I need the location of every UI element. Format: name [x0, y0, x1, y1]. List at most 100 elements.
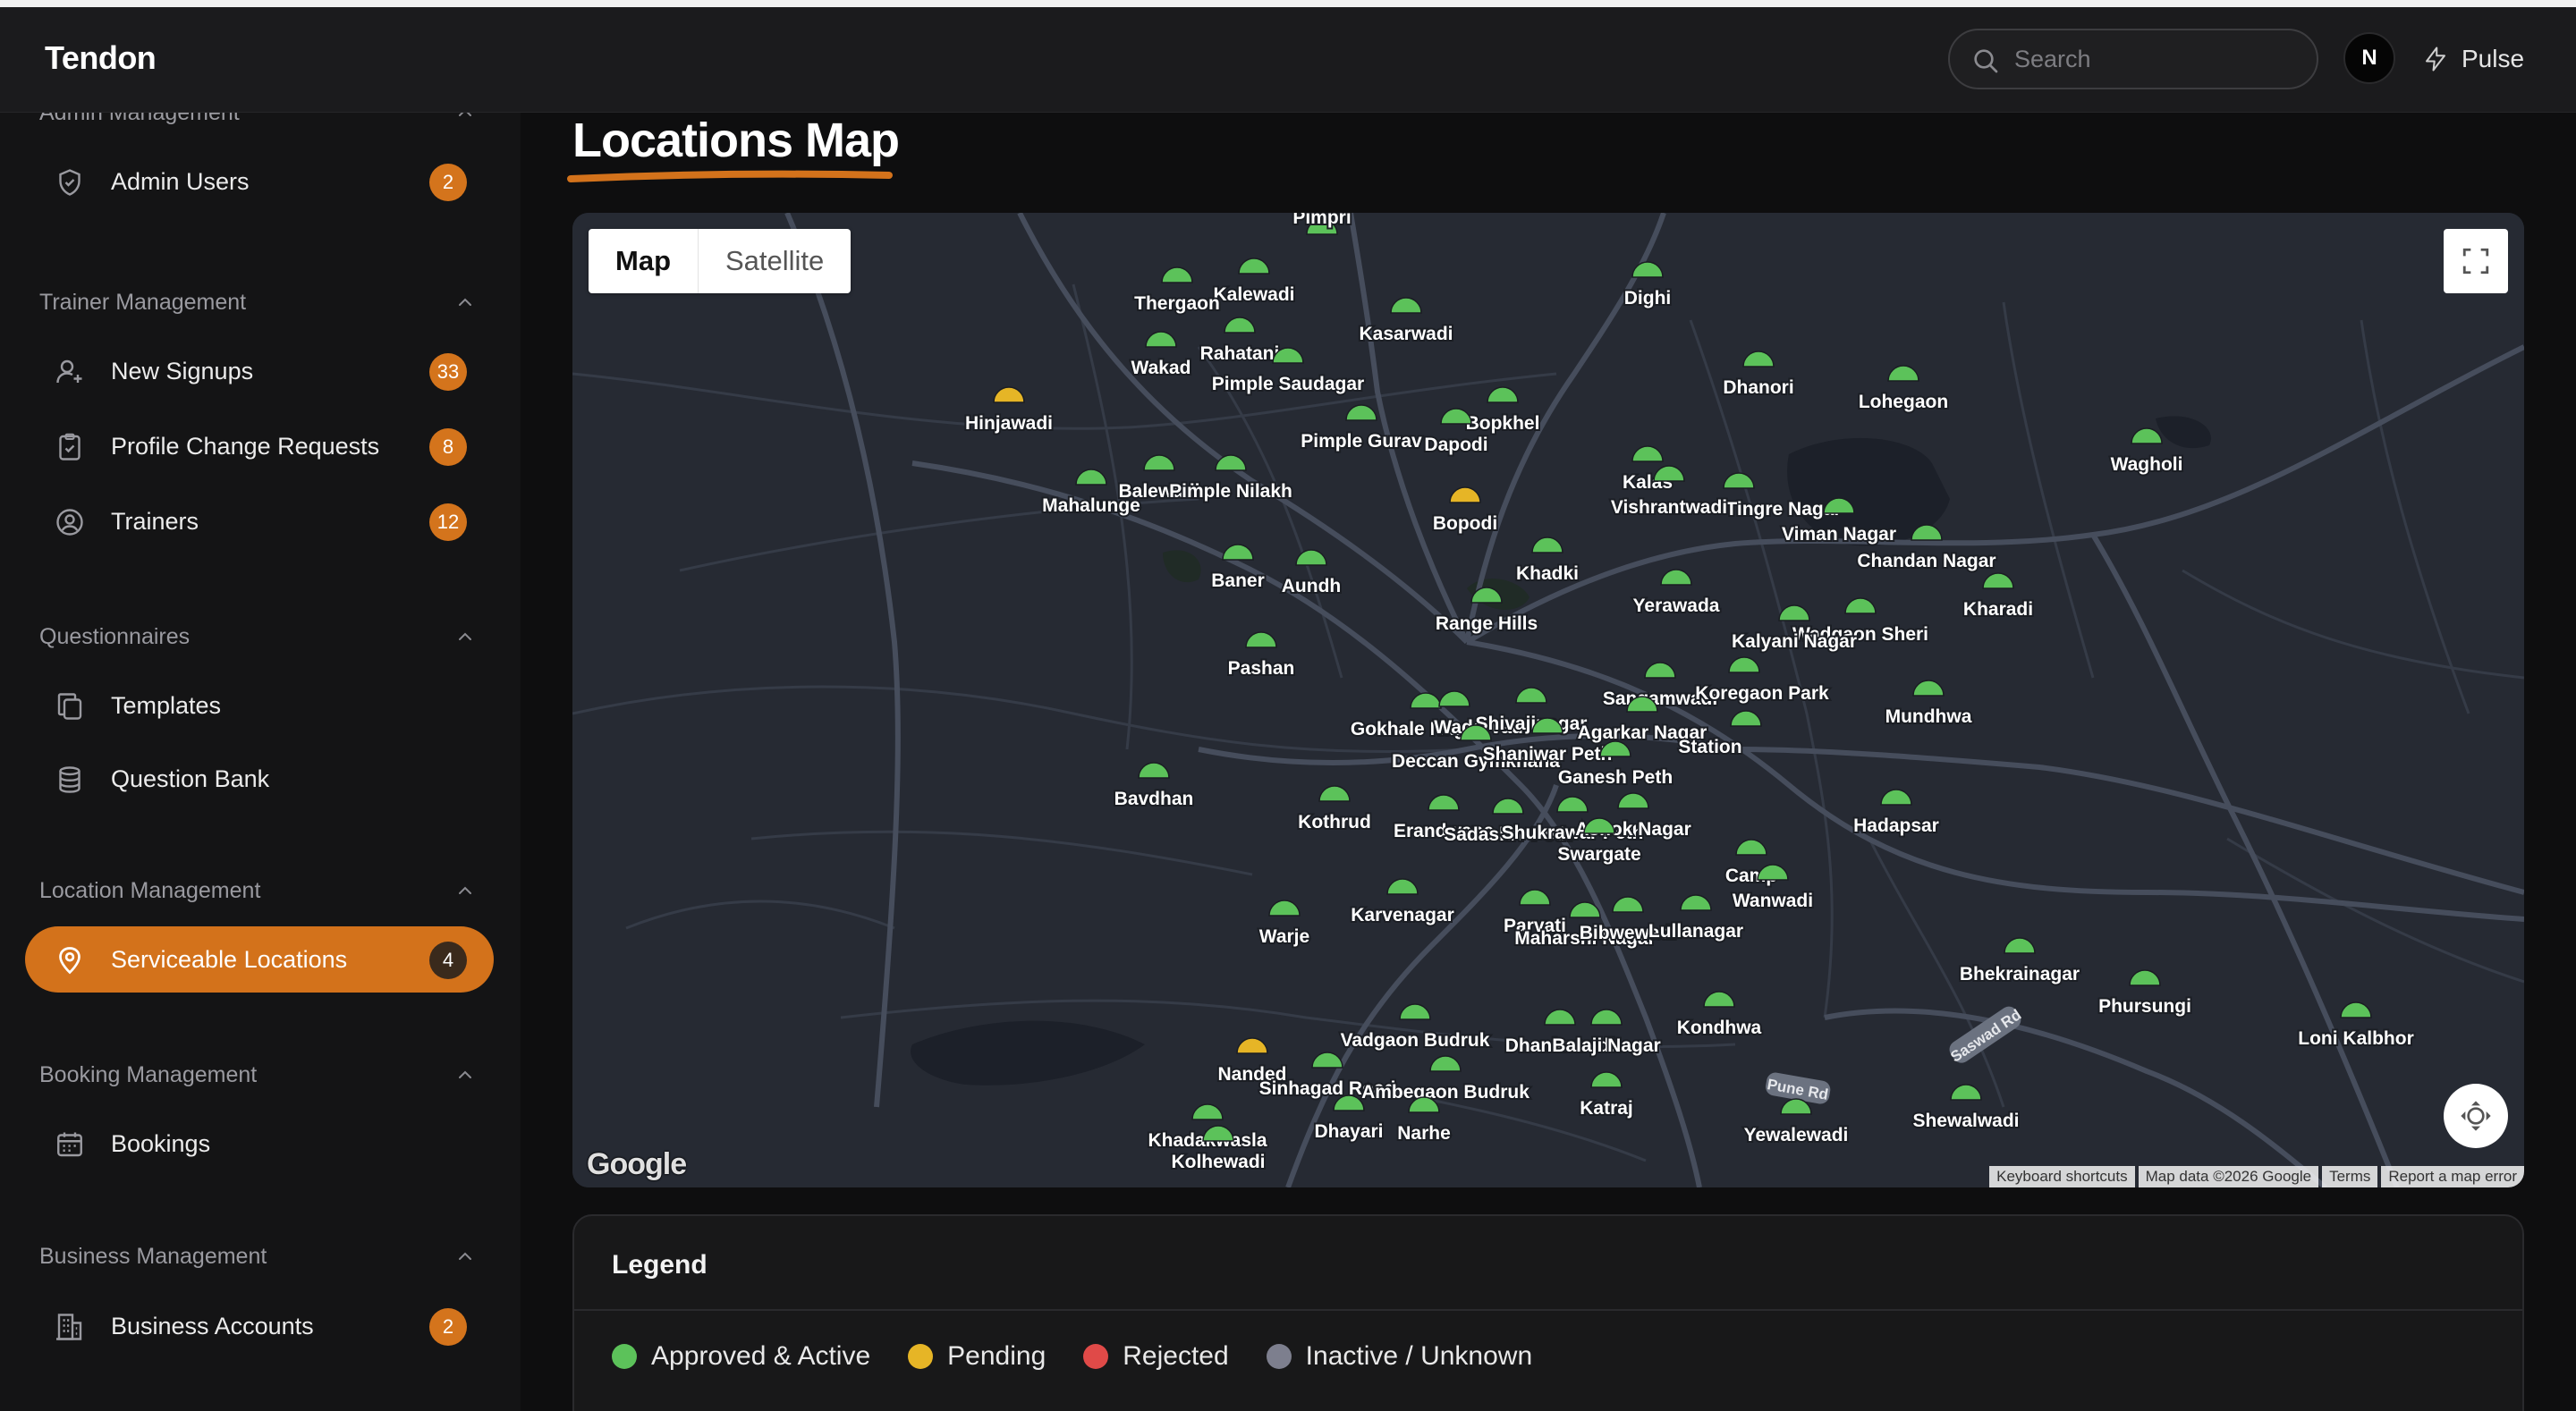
search-input[interactable] — [2014, 41, 2301, 77]
legend-dot — [1266, 1344, 1292, 1369]
pulse-button[interactable]: Pulse — [2422, 39, 2524, 79]
sidebar-item-admin-users[interactable]: Admin Users 2 — [25, 148, 494, 215]
marker-label: Bhekrainagar — [1960, 964, 2080, 984]
marker-label: Kondhwa — [1677, 1018, 1762, 1038]
marker-label: Karvenagar — [1351, 905, 1454, 925]
count-badge: 33 — [429, 353, 467, 391]
window-top-strip — [0, 0, 2576, 7]
legend-title: Legend — [612, 1250, 708, 1280]
marker-label: Yerawada — [1633, 596, 1720, 616]
sidebar-item-label: Serviceable Locations — [111, 946, 348, 973]
chevron-up-icon[interactable] — [454, 626, 476, 647]
camera-control-icon — [2461, 1101, 2491, 1131]
marker-label: Vadgaon Budruk — [1341, 1030, 1490, 1051]
marker-label: Wanwadi — [1733, 891, 1813, 911]
legend-label: Rejected — [1123, 1341, 1229, 1371]
map-type-satellite-button[interactable]: Satellite — [699, 229, 851, 293]
chevron-up-icon[interactable] — [454, 880, 476, 901]
sidebar-item-label: Profile Change Requests — [111, 433, 380, 460]
chevron-up-icon[interactable] — [454, 1064, 476, 1086]
marker-label: Kolhewadi — [1171, 1152, 1265, 1172]
sidebar-item-business-accounts[interactable]: Business Accounts 2 — [25, 1293, 494, 1359]
sidebar-item-templates[interactable]: Templates — [25, 672, 494, 739]
marker-label: Shivajinagar — [1476, 714, 1588, 734]
marker-label: Bavdhan — [1114, 789, 1194, 809]
map-type-control: Map Satellite — [589, 229, 852, 293]
marker-label: Loni Kalbhor — [2298, 1028, 2414, 1049]
marker-label: Swargate — [1557, 844, 1640, 865]
calendar-icon — [57, 1132, 82, 1157]
keyboard-shortcuts-link[interactable]: Keyboard shortcuts — [1989, 1166, 2135, 1187]
marker-label: Kharadi — [1963, 599, 2033, 620]
marker-label: Pimple Saudagar — [1212, 374, 1364, 394]
map-attribution: Keyboard shortcuts Map data ©2026 Google… — [1989, 1166, 2524, 1187]
sidebar-item-serviceable-locations[interactable]: Serviceable Locations 4 — [25, 926, 494, 993]
top-bar: Tendon N Pulse — [0, 7, 2576, 113]
marker-label: Lullanagar — [1648, 921, 1743, 942]
copy-icon — [57, 693, 82, 720]
marker-label: Koregaon Park — [1695, 683, 1829, 704]
marker-label: Station — [1678, 737, 1741, 757]
sidebar-item-bookings[interactable]: Bookings — [25, 1111, 494, 1177]
marker-label: Baner — [1211, 570, 1265, 591]
map-pin-icon — [59, 947, 80, 975]
legend-label: Pending — [947, 1341, 1046, 1371]
marker-label: Bopkhel — [1466, 413, 1540, 434]
marker-label: Yewalewadi — [1744, 1125, 1849, 1145]
camera-control-button[interactable] — [2444, 1084, 2508, 1148]
sidebar-item-label: New Signups — [111, 358, 254, 384]
chevron-up-icon[interactable] — [454, 1246, 476, 1267]
section-title-admin-management: Admin Management — [39, 113, 240, 125]
title-underline — [567, 170, 893, 182]
section-title-questionnaires: Questionnaires — [39, 624, 191, 649]
section-title-booking-management: Booking Management — [39, 1062, 258, 1087]
chevron-up-icon[interactable] — [454, 113, 476, 123]
legend-items: Approved & Active Pending Rejected Inactive… — [612, 1341, 1532, 1372]
google-logo[interactable]: Google — [587, 1147, 687, 1182]
sidebar-item-question-bank[interactable]: Question Bank — [25, 746, 494, 812]
marker-label: Hinjawadi — [965, 413, 1053, 434]
marker-label: Chandan Nagar — [1857, 551, 1996, 571]
user-avatar[interactable]: N — [2343, 32, 2395, 84]
marker-label: Wakad — [1131, 358, 1191, 378]
fullscreen-button[interactable] — [2444, 229, 2508, 293]
locations-map[interactable]: Saswad Rd Pune Rd Pimpri Kalewadi Thergaon Di… — [572, 213, 2524, 1187]
sidebar-item-trainers[interactable]: Trainers 12 — [25, 488, 494, 554]
marker-label: Aundh — [1282, 576, 1341, 596]
marker-label: Dighi — [1624, 288, 1672, 308]
chevron-up-icon[interactable] — [454, 291, 476, 313]
marker-label: Range Hills — [1436, 613, 1538, 634]
marker-label: Viman Nagar — [1782, 524, 1896, 545]
shield-check-icon — [59, 169, 80, 196]
count-badge: 12 — [429, 503, 467, 541]
sidebar-item-label: Templates — [111, 692, 222, 719]
brand-logo[interactable]: Tendon — [45, 39, 157, 77]
marker-label: Ambegaon Budruk — [1361, 1082, 1530, 1103]
sidebar-item-new-signups[interactable]: New Signups 33 — [25, 338, 494, 404]
marker-label: Kothrud — [1298, 812, 1371, 832]
count-badge: 2 — [429, 1308, 467, 1346]
map-type-map-button[interactable]: Map — [589, 229, 699, 293]
legend-label: Inactive / Unknown — [1305, 1341, 1533, 1371]
report-map-error-link[interactable]: Report a map error — [2381, 1166, 2524, 1187]
marker-label: Warje — [1259, 926, 1309, 947]
marker-label: Mahalunge — [1042, 495, 1140, 516]
sidebar-item-profile-change-requests[interactable]: Profile Change Requests 8 — [25, 413, 494, 479]
sidebar-item-label: Bookings — [111, 1130, 211, 1157]
marker-label: Thergaon — [1134, 293, 1220, 314]
marker-label: Rahatani — [1200, 343, 1280, 364]
fullscreen-icon — [2462, 248, 2489, 275]
marker-label: Dapodi — [1424, 435, 1487, 455]
search-box[interactable] — [1948, 29, 2318, 89]
terms-link[interactable]: Terms — [2322, 1166, 2378, 1187]
marker-label: Dhayari — [1314, 1121, 1383, 1142]
marker-label: Khadki — [1516, 563, 1579, 584]
map-canvas[interactable]: Saswad RdPune RdPimpriKalewadiThergaon Di… — [572, 213, 2524, 1187]
user-circle-icon — [56, 509, 83, 536]
main-content: Locations Map Saswad Rd Pune Rd Pimpri Kale… — [521, 113, 2576, 1411]
marker-label: Balaji Nagar — [1552, 1035, 1660, 1056]
database-icon — [59, 766, 80, 793]
marker-label: Pashan — [1228, 658, 1295, 679]
section-title-location-management: Location Management — [39, 878, 261, 903]
marker-label: Bopodi — [1433, 513, 1497, 534]
